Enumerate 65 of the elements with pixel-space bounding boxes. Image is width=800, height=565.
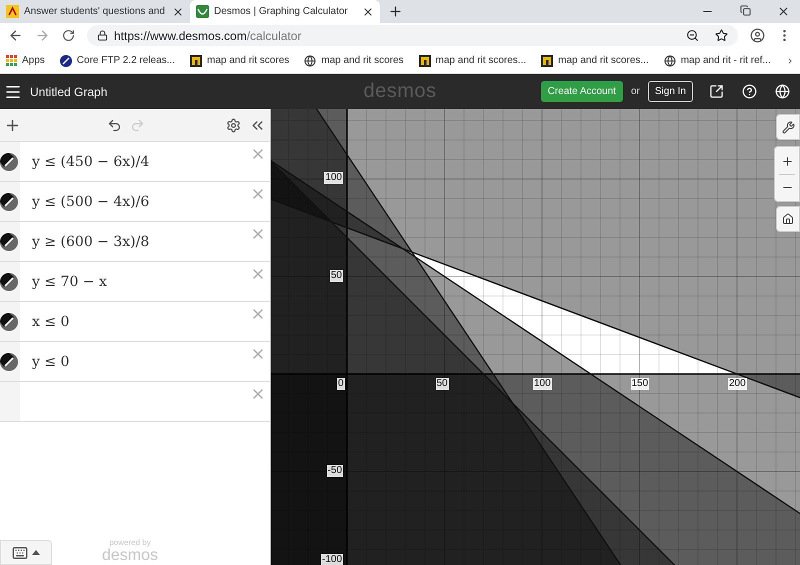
hidden-graph-icon[interactable] bbox=[0, 152, 18, 170]
bookmark-link[interactable]: Core FTP 2.2 releas... bbox=[60, 54, 175, 66]
axis-tick-label: 50 bbox=[436, 378, 449, 390]
keyboard-button[interactable] bbox=[0, 540, 52, 565]
or-text: or bbox=[630, 86, 640, 97]
axis-tick-label: -100 bbox=[320, 554, 343, 565]
hidden-graph-icon[interactable] bbox=[0, 352, 18, 370]
bookmark-link[interactable]: Apps bbox=[6, 55, 45, 66]
disc-icon bbox=[60, 54, 72, 66]
globe-icon[interactable] bbox=[775, 84, 790, 99]
hidden-graph-icon[interactable] bbox=[0, 272, 18, 290]
hidden-graph-icon[interactable] bbox=[0, 232, 18, 250]
close-icon[interactable] bbox=[172, 6, 184, 18]
undo-icon[interactable] bbox=[107, 118, 122, 132]
axis-tick-label: 100 bbox=[324, 172, 343, 184]
settings-icon[interactable] bbox=[226, 118, 241, 132]
bookmark-link[interactable]: map and rit scores... bbox=[418, 54, 526, 66]
axis-tick-label: 150 bbox=[630, 378, 650, 390]
share-icon[interactable] bbox=[709, 84, 724, 99]
graph-logo-icon bbox=[196, 5, 209, 18]
bookmark-link[interactable]: map and rit scores bbox=[190, 54, 290, 66]
keyboard-icon bbox=[12, 544, 28, 560]
zoom-in-icon[interactable] bbox=[780, 154, 794, 168]
axis-tick-label: 0 bbox=[337, 378, 345, 390]
lock-icon bbox=[97, 30, 108, 41]
sign-in-button[interactable]: Sign In bbox=[648, 81, 693, 102]
axis-tick-label: 200 bbox=[728, 378, 747, 390]
tile-icon bbox=[418, 54, 431, 66]
letter-icon bbox=[6, 5, 19, 18]
browser-tab[interactable]: Desmos | Graphing Calculator bbox=[190, 0, 380, 23]
caret-icon bbox=[32, 550, 40, 555]
hidden-graph-icon[interactable] bbox=[0, 312, 18, 330]
help-icon[interactable] bbox=[742, 84, 757, 99]
address-field[interactable]: https://www.desmos.com/calculator bbox=[87, 25, 738, 46]
home-icon bbox=[782, 213, 794, 225]
restore-icon[interactable] bbox=[740, 5, 751, 16]
expression-text[interactable]: y ≥ (600 − 3x)/8 bbox=[32, 234, 150, 250]
graph-title: Untitled Graph bbox=[30, 84, 108, 98]
expression-text[interactable]: y ≤ 0 bbox=[32, 354, 70, 370]
globe-icon bbox=[304, 54, 316, 66]
bookmark-link[interactable]: map and rit - rit ref... bbox=[664, 54, 771, 66]
axis-tick-label: 100 bbox=[533, 378, 552, 390]
expression-text[interactable]: y ≤ 70 − x bbox=[32, 274, 107, 290]
tile-icon bbox=[541, 54, 554, 66]
grid-icon bbox=[6, 55, 17, 66]
browser-tab[interactable]: Answer students' questions and bbox=[0, 0, 190, 23]
bookmark-link[interactable]: map and rit scores bbox=[304, 54, 404, 66]
wrench-button[interactable] bbox=[776, 114, 800, 140]
expression-text[interactable]: x ≤ 0 bbox=[32, 314, 70, 330]
reload-icon[interactable] bbox=[62, 29, 75, 42]
back-icon[interactable] bbox=[8, 28, 23, 43]
wrench-icon bbox=[782, 120, 794, 134]
profile-icon[interactable] bbox=[750, 28, 765, 43]
globe-icon bbox=[664, 54, 676, 66]
zoom-icon[interactable] bbox=[686, 29, 699, 42]
star-icon[interactable] bbox=[715, 29, 728, 42]
close-icon[interactable] bbox=[777, 5, 790, 18]
expression-text[interactable]: y ≤ (500 − 4x)/6 bbox=[32, 194, 150, 210]
close-icon[interactable] bbox=[362, 6, 374, 18]
home-button[interactable] bbox=[776, 206, 800, 232]
hidden-graph-icon[interactable] bbox=[0, 192, 18, 210]
tile-icon bbox=[190, 54, 202, 66]
new-tab-icon[interactable] bbox=[388, 4, 403, 19]
bookmark-link[interactable]: map and rit scores... bbox=[541, 54, 649, 66]
expression-text[interactable]: y ≤ (450 − 6x)/4 bbox=[32, 154, 150, 170]
